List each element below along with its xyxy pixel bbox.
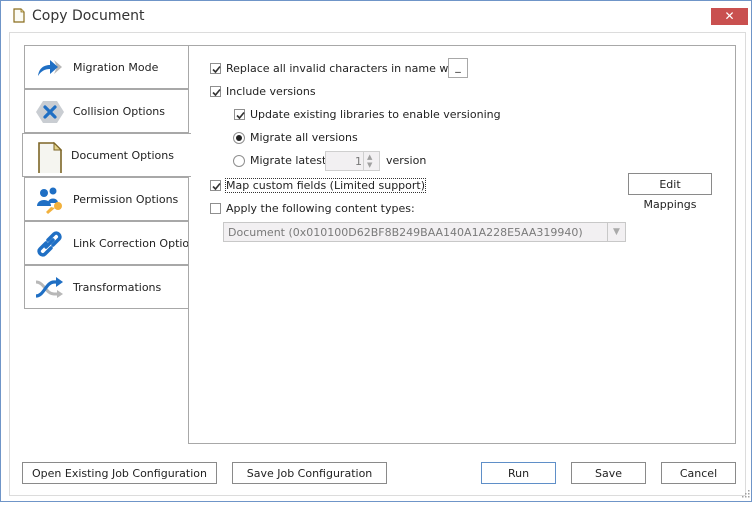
tab-link-correction-options[interactable]: Link Correction Options bbox=[24, 221, 202, 265]
version-count-value: 1 bbox=[355, 155, 362, 168]
tab-label: Permission Options bbox=[73, 193, 179, 206]
apply-content-types-checkbox[interactable] bbox=[210, 203, 221, 214]
migrate-latest-label: Migrate latest bbox=[250, 154, 327, 167]
title-bar[interactable]: Copy Document ✕ bbox=[1, 1, 753, 33]
version-count-stepper[interactable]: 1 ▲ ▼ bbox=[325, 151, 380, 171]
apply-content-types-label: Apply the following content types: bbox=[226, 202, 415, 215]
tab-transformations[interactable]: Transformations bbox=[24, 265, 189, 309]
stepper-arrows[interactable]: ▲ ▼ bbox=[363, 152, 379, 170]
edit-mappings-button[interactable]: Edit Mappings bbox=[628, 173, 712, 211]
checkmark-icon bbox=[212, 88, 221, 97]
content-type-select[interactable]: Document (0x010100D62BF8B249BAA140A1A228… bbox=[223, 222, 626, 242]
replacement-char-input[interactable]: _ bbox=[448, 58, 468, 78]
link-icon bbox=[37, 231, 62, 257]
tab-label: Document Options bbox=[71, 149, 174, 162]
tab-permission-options[interactable]: Permission Options bbox=[24, 177, 189, 221]
tab-label: Link Correction Options bbox=[73, 237, 202, 250]
migrate-latest-radio[interactable] bbox=[233, 155, 245, 167]
document-icon bbox=[13, 8, 25, 23]
resize-grip-icon[interactable] bbox=[741, 489, 750, 498]
arrow-right-icon bbox=[38, 60, 62, 76]
tab-collision-options[interactable]: Collision Options bbox=[24, 89, 189, 133]
replace-invalid-label: Replace all invalid characters in name w… bbox=[226, 62, 467, 75]
shuffle-icon bbox=[35, 277, 63, 298]
map-custom-fields-label: Map custom fields (Limited support) bbox=[224, 178, 427, 193]
include-versions-checkbox[interactable] bbox=[210, 86, 221, 97]
migrate-all-radio[interactable] bbox=[233, 132, 245, 144]
map-custom-fields-checkbox[interactable] bbox=[210, 180, 221, 191]
include-versions-label: Include versions bbox=[226, 85, 316, 98]
tab-migration-mode[interactable]: Migration Mode bbox=[24, 45, 189, 89]
replace-invalid-checkbox[interactable] bbox=[210, 63, 221, 74]
save-button[interactable]: Save bbox=[571, 462, 646, 484]
version-suffix-label: version bbox=[386, 154, 427, 167]
copy-document-dialog: Copy Document ✕ Migration Mode Collision… bbox=[0, 0, 752, 502]
chevron-down-icon[interactable]: ▼ bbox=[607, 223, 625, 241]
tab-label: Migration Mode bbox=[73, 61, 159, 74]
update-libraries-label: Update existing libraries to enable vers… bbox=[250, 108, 501, 121]
cancel-button[interactable]: Cancel bbox=[661, 462, 736, 484]
update-libraries-checkbox[interactable] bbox=[234, 109, 245, 120]
migrate-all-label: Migrate all versions bbox=[250, 131, 358, 144]
document-icon bbox=[38, 141, 63, 173]
checkmark-icon bbox=[212, 182, 221, 191]
users-key-icon bbox=[37, 187, 62, 214]
open-job-config-button[interactable]: Open Existing Job Configuration bbox=[22, 462, 217, 484]
chevron-up-icon[interactable]: ▲ bbox=[367, 153, 372, 161]
tab-document-options[interactable]: Document Options bbox=[22, 133, 191, 177]
chevron-down-icon[interactable]: ▼ bbox=[367, 161, 372, 169]
close-button[interactable]: ✕ bbox=[711, 8, 748, 25]
checkmark-icon bbox=[236, 111, 245, 120]
checkmark-icon bbox=[212, 65, 221, 74]
save-job-config-button[interactable]: Save Job Configuration bbox=[232, 462, 387, 484]
tab-label: Collision Options bbox=[73, 105, 166, 118]
tab-label: Transformations bbox=[73, 281, 162, 294]
collision-x-icon bbox=[36, 101, 64, 123]
run-button[interactable]: Run bbox=[481, 462, 556, 484]
window-title: Copy Document bbox=[32, 8, 145, 24]
content-type-value: Document (0x010100D62BF8B249BAA140A1A228… bbox=[228, 226, 583, 239]
document-options-panel bbox=[188, 45, 736, 444]
